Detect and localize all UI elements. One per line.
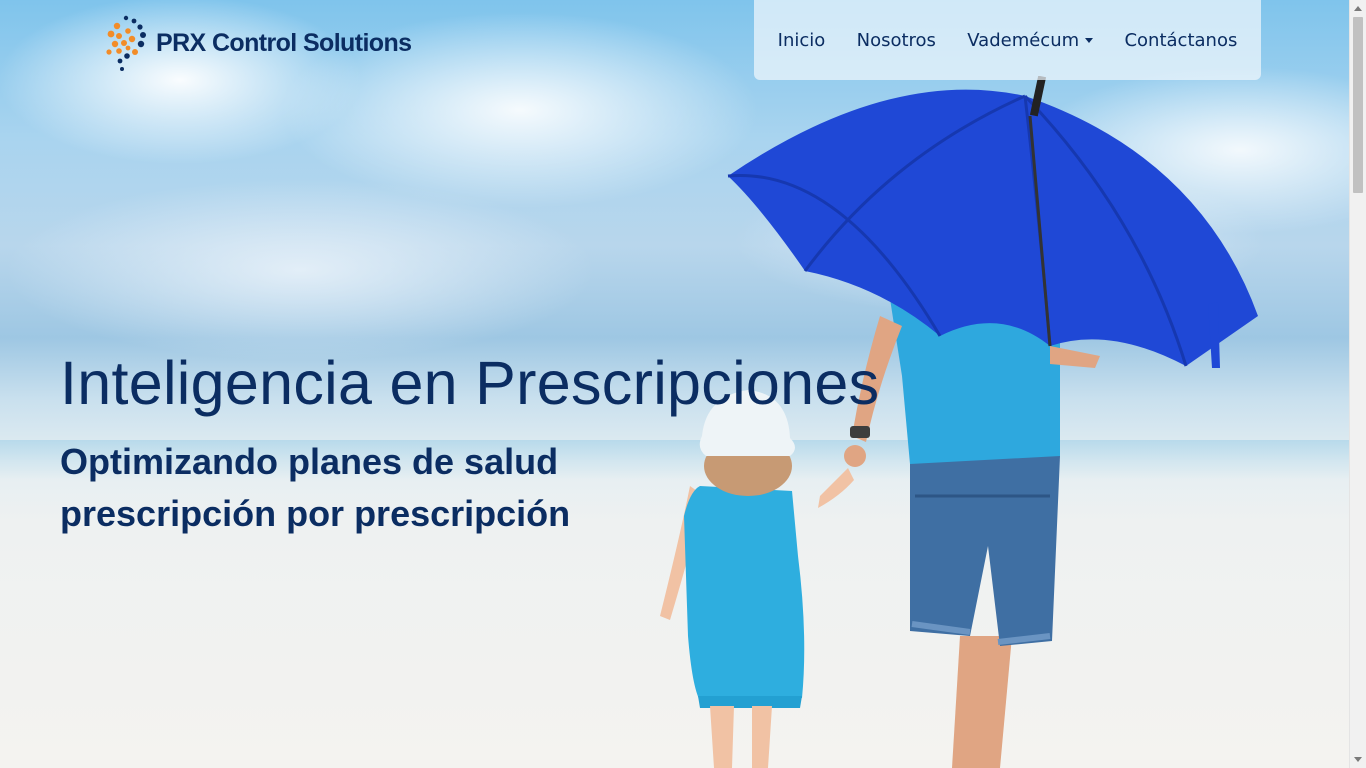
hero-subtitle: Optimizando planes de salud prescripción… (60, 436, 570, 540)
nav-item-inicio[interactable]: Inicio (778, 30, 826, 51)
hero-subtitle-line-1: Optimizando planes de salud (60, 441, 559, 482)
beach-parent-child-umbrella-image (660, 76, 1258, 768)
hero-title: Inteligencia en Prescripciones (60, 349, 880, 417)
nav-item-vademecum-label: Vademécum (967, 29, 1080, 51)
brand-name: PRX Control Solutions (156, 28, 412, 57)
caret-down-icon (1085, 37, 1094, 43)
vertical-scrollbar[interactable] (1349, 0, 1366, 768)
scroll-thumb[interactable] (1353, 17, 1363, 193)
scroll-down-button[interactable] (1350, 751, 1366, 768)
main-nav: Inicio Nosotros Vademécum Contáctanos (754, 0, 1261, 80)
arrow-down-icon (1354, 757, 1362, 762)
nav-item-contactanos[interactable]: Contáctanos (1124, 30, 1237, 51)
nav-item-nosotros[interactable]: Nosotros (857, 30, 936, 51)
nav-item-vademecum[interactable]: Vademécum (967, 29, 1094, 51)
page: PRX Control Solutions Inicio Nosotros Va… (0, 0, 1366, 768)
arrow-up-icon (1354, 6, 1362, 11)
hero-subtitle-line-2: prescripción por prescripción (60, 493, 571, 534)
scroll-up-button[interactable] (1350, 0, 1366, 17)
brand-link[interactable]: PRX Control Solutions (104, 14, 412, 72)
dotted-spiral-logo-icon (106, 15, 146, 71)
